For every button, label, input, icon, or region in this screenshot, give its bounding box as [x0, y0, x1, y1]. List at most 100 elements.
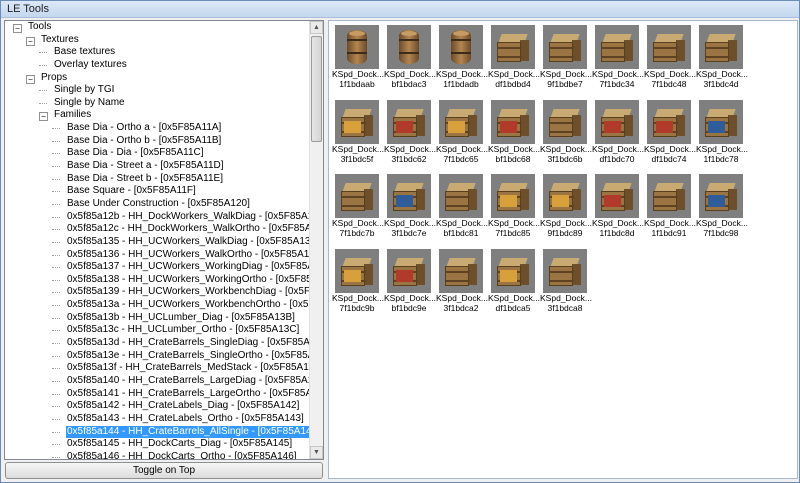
- thumbnail-name: KSpd_Dock...: [696, 143, 748, 154]
- thumbnail-item[interactable]: KSpd_Dock... 1f1bdc78: [696, 98, 748, 164]
- collapse-icon[interactable]: −: [26, 36, 35, 46]
- tree-item[interactable]: 0x5f85a13d - HH_CrateBarrels_SingleDiag …: [5, 337, 311, 350]
- tree-item[interactable]: Base Dia - Street a - [0x5F85A11D]: [5, 160, 311, 173]
- tree-connector: [39, 102, 47, 104]
- scroll-up-button[interactable]: ▲: [310, 21, 323, 34]
- thumbnail-id: bf1bdc81: [443, 228, 479, 238]
- thumbnail-name: KSpd_Dock...: [592, 69, 644, 79]
- thumbnail-item[interactable]: KSpd_Dock... 7f1bdc7b: [332, 172, 384, 238]
- tree-connector: [52, 368, 60, 370]
- tree-connector: [52, 140, 60, 142]
- toggle-on-top-button[interactable]: Toggle on Top: [5, 462, 323, 479]
- thumbnail-item[interactable]: KSpd_Dock... 7f1bdc34: [592, 23, 644, 89]
- tree-item[interactable]: − Families: [5, 109, 311, 122]
- tree-item-label: Base Dia - Ortho b - [0x5F85A11B]: [67, 134, 222, 146]
- tree-item[interactable]: Base Under Construction - [0x5F85A120]: [5, 198, 311, 211]
- thumbnail-item[interactable]: KSpd_Dock... df1bdca5: [488, 247, 540, 313]
- tree-connector: [52, 279, 60, 281]
- tree-item[interactable]: Base Dia - Ortho b - [0x5F85A11B]: [5, 135, 311, 148]
- thumbnail-item[interactable]: KSpd_Dock... 3f1bdc6b: [540, 98, 592, 164]
- thumbnail-item[interactable]: KSpd_Dock... bf1bdc68: [488, 98, 540, 164]
- tree-item[interactable]: 0x5f85a143 - HH_CrateLabels_Ortho - [0x5…: [5, 413, 311, 426]
- crate-image: [491, 99, 535, 144]
- thumbnail-item[interactable]: KSpd_Dock... df1bdbd4: [488, 23, 540, 89]
- tree-item[interactable]: 0x5f85a140 - HH_CrateBarrels_LargeDiag -…: [5, 375, 311, 388]
- tree-item[interactable]: Base textures: [5, 46, 311, 59]
- thumbnail-id: 1f1bdc91: [651, 228, 687, 238]
- thumbnail-item[interactable]: KSpd_Dock... 7f1bdc65: [436, 98, 488, 164]
- thumbnail-item[interactable]: KSpd_Dock... 1f1bdaab: [332, 23, 384, 89]
- tree-item[interactable]: 0x5f85a12c - HH_DockWorkers_WalkOrtho - …: [5, 223, 311, 236]
- thumbnail-id: 3f1bdc62: [391, 153, 427, 164]
- thumbnail-item[interactable]: KSpd_Dock... df1bdc70: [592, 98, 644, 164]
- tree-item[interactable]: Base Dia - Dia - [0x5F85A11C]: [5, 147, 311, 160]
- thumbnail-item[interactable]: KSpd_Dock... 9f1bdc89: [540, 172, 592, 238]
- barrel-image: [439, 25, 483, 69]
- thumbnail-item[interactable]: KSpd_Dock... 1f1bdc8d: [592, 172, 644, 238]
- thumbnail-item[interactable]: KSpd_Dock... 3f1bdca2: [436, 247, 488, 313]
- tree-item[interactable]: 0x5f85a142 - HH_CrateLabels_Diag - [0x5F…: [5, 400, 311, 413]
- thumbnail-item[interactable]: KSpd_Dock... df1bdc74: [644, 98, 696, 164]
- thumbnail-item[interactable]: KSpd_Dock... bf1bdac3: [384, 23, 436, 89]
- scroll-down-button[interactable]: ▼: [310, 446, 323, 459]
- tree-item[interactable]: 0x5f85a13c - HH_UCLumber_Ortho - [0x5F85…: [5, 324, 311, 337]
- barrel-image: [335, 25, 379, 69]
- tree-item[interactable]: 0x5f85a145 - HH_DockCarts_Diag - [0x5F85…: [5, 438, 311, 451]
- thumbnail-item[interactable]: KSpd_Dock... 1f1bdadb: [436, 23, 488, 89]
- tree-item[interactable]: 0x5f85a137 - HH_UCWorkers_WorkingDiag - …: [5, 261, 311, 274]
- tree-item[interactable]: 0x5f85a141 - HH_CrateBarrels_LargeOrtho …: [5, 388, 311, 401]
- tree-item[interactable]: Single by TGI: [5, 84, 311, 97]
- thumbnail-item[interactable]: KSpd_Dock... bf1bdc9e: [384, 247, 436, 313]
- crate-image: [595, 99, 639, 144]
- tree-item[interactable]: 0x5f85a12b - HH_DockWorkers_WalkDiag - […: [5, 211, 311, 224]
- tree-item-label: Base Square - [0x5F85A11F]: [67, 185, 196, 197]
- tree-connector: [52, 254, 60, 256]
- collapse-icon[interactable]: −: [26, 74, 35, 84]
- tree-item[interactable]: 0x5f85a13f - HH_CrateBarrels_MedStack - …: [5, 362, 311, 375]
- thumbnail-item[interactable]: KSpd_Dock... 7f1bdc98: [696, 172, 748, 238]
- thumbnail-item[interactable]: KSpd_Dock... 3f1bdc62: [384, 98, 436, 164]
- thumbnail-item[interactable]: KSpd_Dock... 3f1bdc5f: [332, 98, 384, 164]
- tree-item[interactable]: 0x5f85a144 - HH_CrateBarrels_AllSingle -…: [5, 424, 311, 440]
- thumbnail-item[interactable]: KSpd_Dock... 7f1bdc9b: [332, 247, 384, 313]
- tree-item[interactable]: 0x5f85a136 - HH_UCWorkers_WalkOrtho - [0…: [5, 249, 311, 262]
- tree-item[interactable]: Base Dia - Street b - [0x5F85A11E]: [5, 173, 311, 186]
- tree-item[interactable]: Base Square - [0x5F85A11F]: [5, 185, 311, 198]
- thumbnail-id: 3f1bdc5f: [340, 153, 374, 164]
- tree-item[interactable]: − Props: [5, 72, 311, 85]
- tree-item-label: 0x5f85a12c - HH_DockWorkers_WalkOrtho - …: [67, 223, 311, 235]
- tree-item[interactable]: − Textures: [5, 34, 311, 47]
- thumbnail-item[interactable]: KSpd_Dock... 7f1bdc48: [644, 23, 696, 89]
- collapse-icon[interactable]: −: [13, 24, 22, 33]
- thumbnail-item[interactable]: KSpd_Dock... bf1bdc81: [436, 172, 488, 238]
- tree-item[interactable]: 0x5f85a13b - HH_UCLumber_Diag - [0x5F85A…: [5, 312, 311, 325]
- tree-item[interactable]: Single by Name: [5, 97, 311, 110]
- tree-item[interactable]: 0x5f85a13e - HH_CrateBarrels_SingleOrtho…: [5, 350, 311, 363]
- tree-item[interactable]: 0x5f85a139 - HH_UCWorkers_WorkbenchDiag …: [5, 286, 311, 299]
- title-bar[interactable]: LE Tools: [1, 1, 799, 18]
- collapse-icon[interactable]: −: [39, 112, 48, 122]
- tree-item[interactable]: Base Dia - Ortho a - [0x5F85A11A]: [5, 122, 311, 135]
- thumbnail-item[interactable]: KSpd_Dock... 3f1bdc4d: [696, 23, 748, 89]
- crate-image: [543, 99, 587, 144]
- tree-item-label: 0x5f85a13d - HH_CrateBarrels_SingleDiag …: [67, 337, 311, 349]
- tree-item[interactable]: 0x5f85a135 - HH_UCWorkers_WalkDiag - [0x…: [5, 236, 311, 249]
- thumbnail-name: KSpd_Dock...: [436, 143, 488, 154]
- thumbnail-item[interactable]: KSpd_Dock... 3f1bdc7e: [384, 172, 436, 238]
- thumbnail-name: KSpd_Dock...: [540, 69, 592, 79]
- tree-item[interactable]: 0x5f85a146 - HH_DockCarts_Ortho - [0x5F8…: [5, 451, 311, 459]
- scroll-thumb[interactable]: [311, 36, 322, 142]
- thumbnail-item[interactable]: KSpd_Dock... 1f1bdc91: [644, 172, 696, 238]
- thumbnail-item[interactable]: KSpd_Dock... 9f1bdbe7: [540, 23, 592, 89]
- tree-item[interactable]: 0x5f85a13a - HH_UCWorkers_WorkbenchOrtho…: [5, 299, 311, 312]
- tree-scrollbar[interactable]: ▲ ▼: [309, 21, 323, 459]
- tree-item[interactable]: − Tools: [5, 21, 311, 34]
- tree-connector: [52, 330, 60, 332]
- tree-item[interactable]: Overlay textures: [5, 59, 311, 72]
- tree-item[interactable]: 0x5f85a138 - HH_UCWorkers_WorkingOrtho -…: [5, 274, 311, 287]
- tree-item-label: Base Under Construction - [0x5F85A120]: [67, 197, 250, 209]
- thumbnail-id: 7f1bdc65: [443, 153, 479, 164]
- crate-image: [543, 25, 587, 69]
- thumbnail-item[interactable]: KSpd_Dock... 3f1bdca8: [540, 247, 592, 313]
- thumbnail-item[interactable]: KSpd_Dock... 7f1bdc85: [488, 172, 540, 238]
